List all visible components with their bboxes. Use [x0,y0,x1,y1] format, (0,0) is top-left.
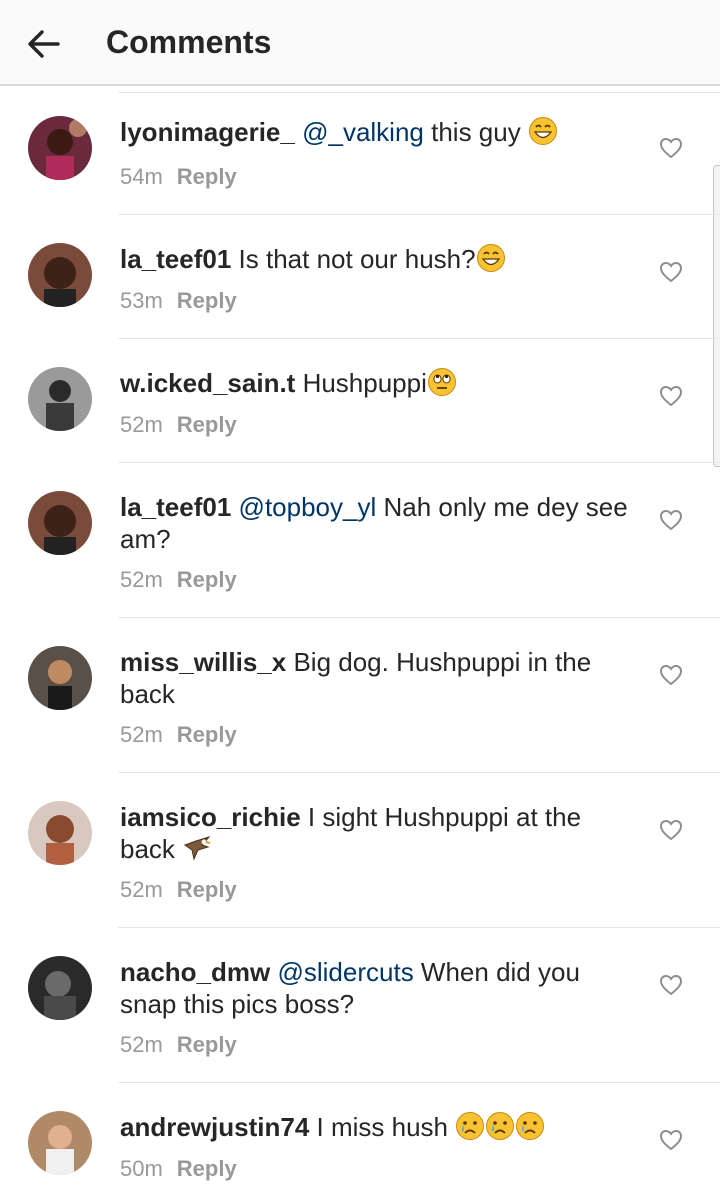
reply-button[interactable]: Reply [177,1032,237,1057]
comment-text: iamsico_richie I sight Hushpuppi at the … [120,801,640,865]
comment-username[interactable]: miss_willis_x [120,647,286,677]
avatar[interactable] [28,801,92,865]
mention-link[interactable]: @slidercuts [277,957,413,987]
heart-outline-icon[interactable] [658,1127,684,1153]
grin-emoji-icon [476,244,505,272]
comment-message: I miss hush [309,1112,449,1142]
comment-meta: 52m Reply [120,1032,237,1058]
avatar[interactable] [28,367,92,431]
comment-username[interactable]: w.icked_sain.t [120,368,295,398]
comment-username[interactable]: lyonimagerie_ [120,117,295,147]
reply-button[interactable]: Reply [177,567,237,592]
comment-message: Hushpuppi [295,368,427,398]
comment-item: miss_willis_x Big dog. Hushpuppi in the … [0,618,720,773]
comment-meta: 52m Reply [120,412,237,438]
comment-text: lyonimagerie_ @_valking this guy [120,116,640,148]
comment-text: andrewjustin74 I miss hush [120,1111,640,1143]
reply-button[interactable]: Reply [177,877,237,902]
reply-button[interactable]: Reply [177,722,237,747]
back-button[interactable] [22,22,66,66]
comment-time: 52m [120,412,163,437]
comment-time: 54m [120,164,163,189]
reply-button[interactable]: Reply [177,412,237,437]
comment-message: this guy [423,117,521,147]
comment-item: lyonimagerie_ @_valking this guy 54m Repl… [0,88,720,215]
heart-outline-icon[interactable] [658,662,684,688]
top-bar: Comments [0,0,720,86]
heart-outline-icon[interactable] [658,383,684,409]
heart-outline-icon[interactable] [658,259,684,285]
avatar[interactable] [28,243,92,307]
comment-item: iamsico_richie I sight Hushpuppi at the … [0,773,720,928]
comment-item: nacho_dmw @slidercuts When did you snap … [0,928,720,1083]
reply-button[interactable]: Reply [177,288,237,313]
crying-emoji-icon [486,1112,515,1140]
comment-text: la_teef01 @topboy_yl Nah only me dey see… [120,491,640,555]
comment-meta: 52m Reply [120,877,237,903]
avatar[interactable] [28,646,92,710]
comment-meta: 50m Reply [120,1156,237,1182]
comment-username[interactable]: la_teef01 [120,492,231,522]
comment-meta: 54m Reply [120,164,237,190]
comment-item: la_teef01 Is that not our hush? 53m Reply [0,215,720,339]
comment-username[interactable]: la_teef01 [120,244,231,274]
mention-link[interactable]: @topboy_yl [239,492,377,522]
eagle-emoji-icon [184,836,211,861]
comment-username[interactable]: andrewjustin74 [120,1112,309,1142]
avatar[interactable] [28,1111,92,1175]
comment-message: Is that not our hush? [231,244,476,274]
heart-outline-icon[interactable] [658,507,684,533]
comment-text: nacho_dmw @slidercuts When did you snap … [120,956,640,1020]
grin-emoji-icon [528,117,557,145]
comment-time: 52m [120,877,163,902]
reply-button[interactable]: Reply [177,164,237,189]
comment-time: 53m [120,288,163,313]
comment-text: miss_willis_x Big dog. Hushpuppi in the … [120,646,640,710]
avatar[interactable] [28,491,92,555]
arrow-left-icon [28,30,60,58]
comment-time: 52m [120,567,163,592]
avatar[interactable] [28,116,92,180]
page-title: Comments [106,24,272,60]
comment-meta: 52m Reply [120,722,237,748]
comment-item: la_teef01 @topboy_yl Nah only me dey see… [0,463,720,618]
comment-username[interactable]: iamsico_richie [120,802,301,832]
comment-text: w.icked_sain.t Hushpuppi [120,367,640,399]
reply-button[interactable]: Reply [177,1156,237,1181]
heart-outline-icon[interactable] [658,135,684,161]
comment-meta: 53m Reply [120,288,237,314]
comment-item: w.icked_sain.t Hushpuppi 52m Reply [0,339,720,463]
comment-time: 52m [120,722,163,747]
comment-text: la_teef01 Is that not our hush? [120,243,640,275]
comment-meta: 52m Reply [120,567,237,593]
crying-emoji-icon [456,1112,485,1140]
crying-emoji-icon [516,1112,545,1140]
comment-time: 50m [120,1156,163,1181]
comment-time: 52m [120,1032,163,1057]
comment-item: andrewjustin74 I miss hush 50m Reply [0,1083,720,1200]
heart-outline-icon[interactable] [658,972,684,998]
heart-outline-icon[interactable] [658,817,684,843]
avatar[interactable] [28,956,92,1020]
comment-username[interactable]: nacho_dmw [120,957,270,987]
mention-link[interactable]: @_valking [302,117,424,147]
eyeroll-emoji-icon [427,368,456,396]
